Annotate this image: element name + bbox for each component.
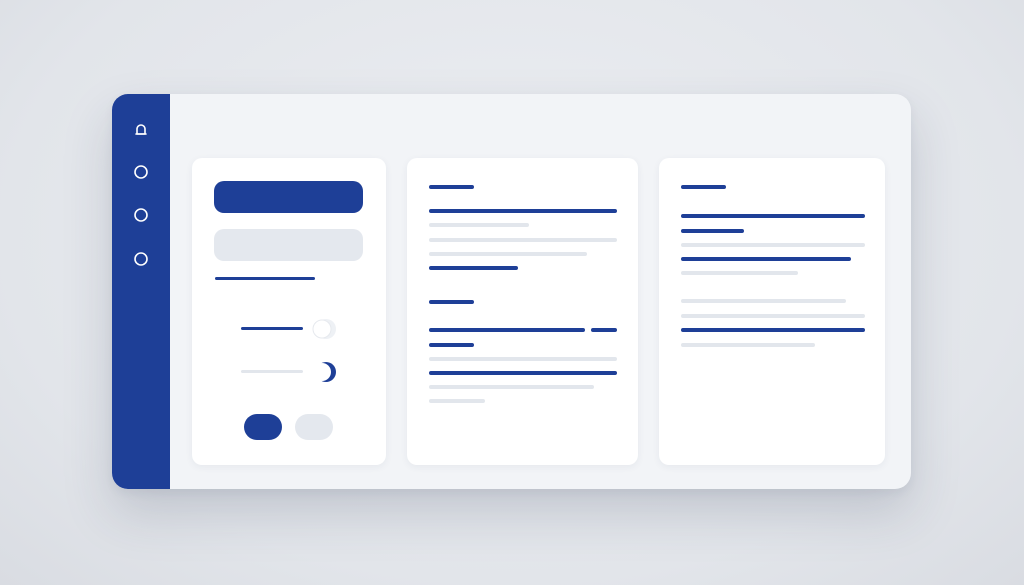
sidebar	[112, 94, 170, 489]
text-line-placeholder	[681, 314, 865, 318]
text-line-placeholder	[429, 343, 474, 347]
text-line-placeholder	[591, 328, 617, 332]
text-line-placeholder	[681, 343, 815, 347]
text-line-placeholder	[429, 223, 529, 227]
circle-icon[interactable]	[133, 207, 149, 223]
text-line-placeholder	[429, 385, 594, 389]
settings-panel	[192, 158, 386, 465]
bell-icon-glyph	[135, 124, 147, 135]
text-line-placeholder	[681, 229, 744, 233]
card-heading-placeholder	[429, 300, 474, 304]
card-heading-placeholder	[681, 185, 726, 189]
text-line-placeholder	[429, 371, 617, 375]
circle-icon[interactable]	[133, 251, 149, 267]
document-card	[659, 158, 885, 465]
toggle-label-placeholder	[241, 327, 303, 330]
text-line-placeholder	[681, 328, 865, 332]
text-line-placeholder	[429, 399, 485, 403]
text-input-field[interactable]	[214, 229, 363, 261]
confirm-button[interactable]	[244, 414, 282, 440]
circle-icon-glyph	[134, 165, 148, 179]
toggle-switch-off[interactable]	[311, 318, 337, 340]
text-line-placeholder	[429, 238, 617, 242]
card-heading-placeholder	[429, 185, 474, 189]
text-line-placeholder	[681, 243, 865, 247]
toggle-off-glyph	[312, 319, 336, 339]
text-line-placeholder	[681, 214, 865, 218]
text-line-placeholder	[429, 266, 518, 270]
circle-icon-glyph	[134, 208, 148, 222]
text-line-placeholder	[681, 299, 846, 303]
circle-icon[interactable]	[133, 164, 149, 180]
primary-button[interactable]	[214, 181, 363, 213]
text-line-placeholder	[429, 252, 587, 256]
section-divider	[215, 277, 315, 280]
document-card	[407, 158, 638, 465]
text-line-placeholder	[429, 328, 585, 332]
text-line-placeholder	[429, 357, 617, 361]
text-line-placeholder	[681, 257, 851, 261]
toggle-on-glyph	[313, 362, 336, 382]
text-line-placeholder	[681, 271, 798, 275]
bell-icon[interactable]	[133, 122, 149, 138]
text-line-placeholder	[429, 209, 617, 213]
toggle-label-placeholder	[241, 370, 303, 373]
app-window	[112, 94, 911, 489]
toggle-switch-on[interactable]	[311, 361, 337, 383]
circle-icon-glyph	[134, 252, 148, 266]
cancel-button[interactable]	[295, 414, 333, 440]
